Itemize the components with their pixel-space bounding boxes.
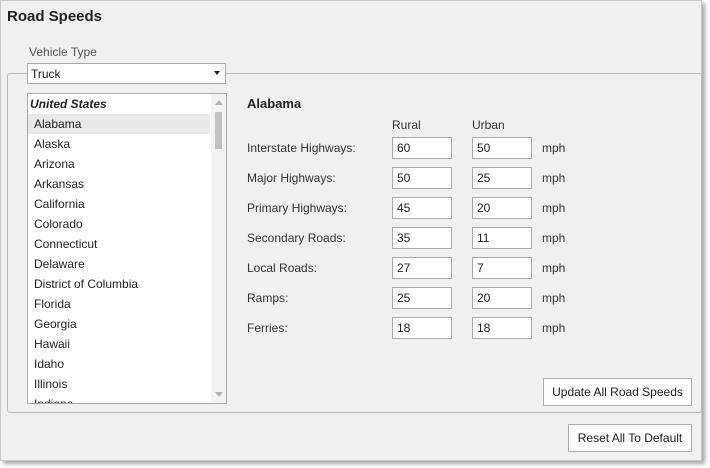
unit-label: mph (542, 201, 566, 215)
vehicle-type-value: Truck (31, 67, 61, 81)
scroll-thumb[interactable] (215, 112, 222, 149)
rural-speed-input[interactable]: 35 (392, 227, 452, 249)
state-listbox[interactable]: United States Alabama Alaska Arizona Ark… (27, 93, 227, 404)
unit-label: mph (542, 141, 566, 155)
state-list-items: Alabama Alaska Arizona Arkansas Californ… (28, 114, 210, 403)
row-label: Ferries: (247, 321, 288, 335)
rural-column-header: Rural (392, 118, 421, 132)
road-speeds-window: Road Speeds Vehicle Type Truck United St… (0, 0, 702, 461)
list-item[interactable]: California (28, 194, 210, 214)
window-title: Road Speeds (7, 8, 103, 25)
urban-speed-input[interactable]: 11 (472, 227, 532, 249)
unit-label: mph (542, 291, 566, 305)
list-item[interactable]: District of Columbia (28, 274, 210, 294)
row-label: Local Roads: (247, 261, 318, 275)
vehicle-type-select[interactable]: Truck (27, 63, 226, 84)
vehicle-type-label: Vehicle Type (29, 45, 97, 59)
urban-column-header: Urban (472, 118, 505, 132)
speed-row-interstate-highways: Interstate Highways: 60 50 mph (247, 137, 647, 159)
rural-speed-input[interactable]: 50 (392, 167, 452, 189)
row-label: Interstate Highways: (247, 141, 356, 155)
list-item[interactable]: Colorado (28, 214, 210, 234)
list-item[interactable]: Connecticut (28, 234, 210, 254)
speed-row-primary-highways: Primary Highways: 45 20 mph (247, 197, 647, 219)
rural-speed-input[interactable]: 27 (392, 257, 452, 279)
urban-speed-input[interactable]: 20 (472, 287, 532, 309)
row-label: Secondary Roads: (247, 231, 346, 245)
list-item[interactable]: Arizona (28, 154, 210, 174)
rural-speed-input[interactable]: 18 (392, 317, 452, 339)
list-item[interactable]: Delaware (28, 254, 210, 274)
urban-speed-input[interactable]: 18 (472, 317, 532, 339)
chevron-down-icon (214, 71, 220, 75)
list-item[interactable]: Alabama (28, 114, 210, 134)
rural-speed-input[interactable]: 60 (392, 137, 452, 159)
urban-speed-input[interactable]: 50 (472, 137, 532, 159)
list-item[interactable]: Indiana (28, 394, 210, 403)
reset-all-to-default-button[interactable]: Reset All To Default (568, 424, 692, 452)
list-group-header: United States (30, 97, 107, 111)
list-item[interactable]: Georgia (28, 314, 210, 334)
scroll-down-arrow-icon[interactable] (215, 392, 223, 397)
row-label: Ramps: (247, 291, 289, 305)
rural-speed-input[interactable]: 25 (392, 287, 452, 309)
list-scrollbar[interactable] (211, 94, 226, 403)
list-item[interactable]: Illinois (28, 374, 210, 394)
urban-speed-input[interactable]: 20 (472, 197, 532, 219)
urban-speed-input[interactable]: 25 (472, 167, 532, 189)
speed-row-secondary-roads: Secondary Roads: 35 11 mph (247, 227, 647, 249)
scroll-up-arrow-icon[interactable] (215, 100, 223, 105)
list-item[interactable]: Hawaii (28, 334, 210, 354)
list-item[interactable]: Idaho (28, 354, 210, 374)
row-label: Primary Highways: (247, 201, 348, 215)
list-item[interactable]: Alaska (28, 134, 210, 154)
urban-speed-input[interactable]: 7 (472, 257, 532, 279)
speed-row-local-roads: Local Roads: 27 7 mph (247, 257, 647, 279)
speed-row-ferries: Ferries: 18 18 mph (247, 317, 647, 339)
unit-label: mph (542, 231, 566, 245)
speed-row-major-highways: Major Highways: 50 25 mph (247, 167, 647, 189)
unit-label: mph (542, 261, 566, 275)
list-item[interactable]: Arkansas (28, 174, 210, 194)
selected-state-title: Alabama (247, 96, 302, 111)
unit-label: mph (542, 321, 566, 335)
list-item[interactable]: Florida (28, 294, 210, 314)
row-label: Major Highways: (247, 171, 336, 185)
rural-speed-input[interactable]: 45 (392, 197, 452, 219)
unit-label: mph (542, 171, 566, 185)
speed-row-ramps: Ramps: 25 20 mph (247, 287, 647, 309)
update-all-road-speeds-button[interactable]: Update All Road Speeds (543, 378, 692, 406)
